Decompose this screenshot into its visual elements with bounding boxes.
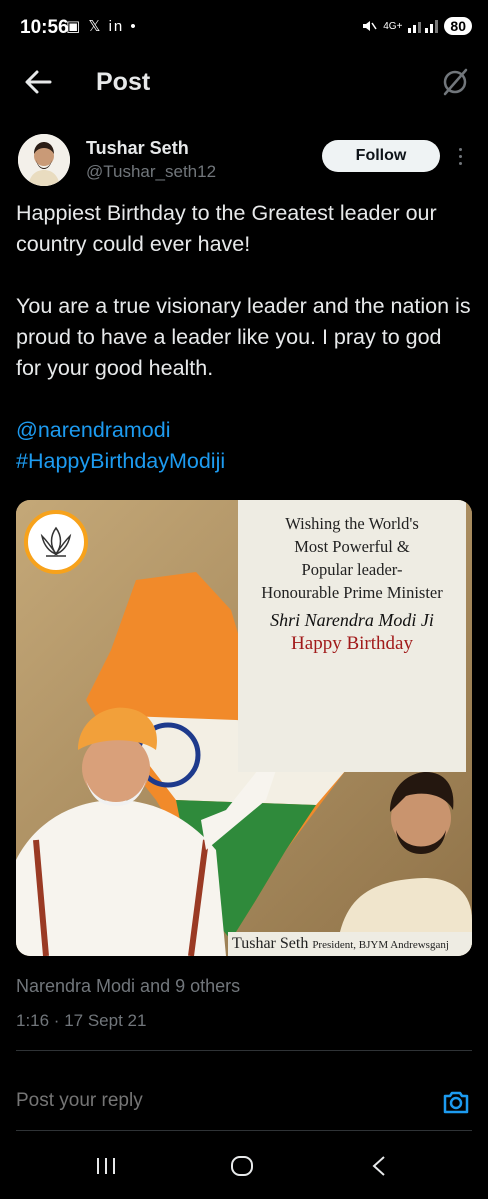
avatar-image	[18, 134, 70, 186]
divider	[16, 1130, 472, 1131]
divider	[16, 1050, 472, 1051]
avatar[interactable]	[18, 134, 70, 186]
more-options-icon[interactable]	[452, 142, 468, 170]
greeting-line-4: Honourable Prime Minister	[261, 583, 443, 602]
greeting-line-2: Most Powerful &	[294, 537, 410, 556]
greeting-wish: Happy Birthday	[291, 633, 413, 654]
recents-icon[interactable]	[94, 1154, 118, 1178]
post-timestamp: 1:16 · 17 Sept 21	[16, 1011, 147, 1030]
grok-icon[interactable]	[440, 66, 470, 98]
battery-indicator: 80	[444, 17, 472, 35]
greeting-line-3: Popular leader-	[301, 560, 403, 579]
reply-input[interactable]	[16, 1090, 416, 1112]
bjp-lotus-logo	[24, 510, 88, 574]
page-title: Post	[96, 68, 151, 96]
status-time: 10:56	[20, 17, 69, 38]
status-indicators: 4G+ 80	[361, 17, 472, 35]
tweet-paragraph-1: Happiest Birthday to the Greatest leader…	[16, 201, 437, 256]
follow-button[interactable]: Follow	[322, 140, 440, 172]
author-handle[interactable]: @Tushar_seth12	[86, 162, 216, 182]
greeting-card: Wishing the World's Most Powerful & Popu…	[238, 500, 466, 772]
tweet-paragraph-2: You are a true visionary leader and the …	[16, 294, 471, 380]
mute-icon	[363, 21, 377, 31]
network-label: 4G+	[383, 20, 403, 32]
mention-link[interactable]: @narendramodi	[16, 418, 171, 442]
signal-icon	[408, 20, 439, 33]
greeting-line-1: Wishing the World's	[285, 514, 419, 533]
back-arrow-icon[interactable]	[24, 66, 52, 98]
likes-summary[interactable]: Narendra Modi and 9 others	[16, 976, 240, 997]
camera-icon[interactable]	[442, 1088, 470, 1116]
image-footer-name: Tushar Seth	[232, 935, 309, 952]
greeting-name: Shri Narendra Modi Ji	[270, 610, 434, 630]
nav-back-icon[interactable]	[370, 1154, 388, 1178]
author-name[interactable]: Tushar Seth	[86, 138, 189, 159]
post-image[interactable]: Wishing the World's Most Powerful & Popu…	[16, 500, 472, 956]
home-icon[interactable]	[230, 1154, 254, 1178]
tweet-text: Happiest Birthday to the Greatest leader…	[16, 198, 472, 477]
notification-icons: ▣ 𝕏 in •	[66, 18, 138, 35]
hashtag-link[interactable]: #HappyBirthdayModiji	[16, 449, 225, 473]
image-footer-title: President, BJYM Andrewsganj	[312, 939, 449, 951]
image-footer: Tushar Seth President, BJYM Andrewsganj	[228, 932, 472, 956]
